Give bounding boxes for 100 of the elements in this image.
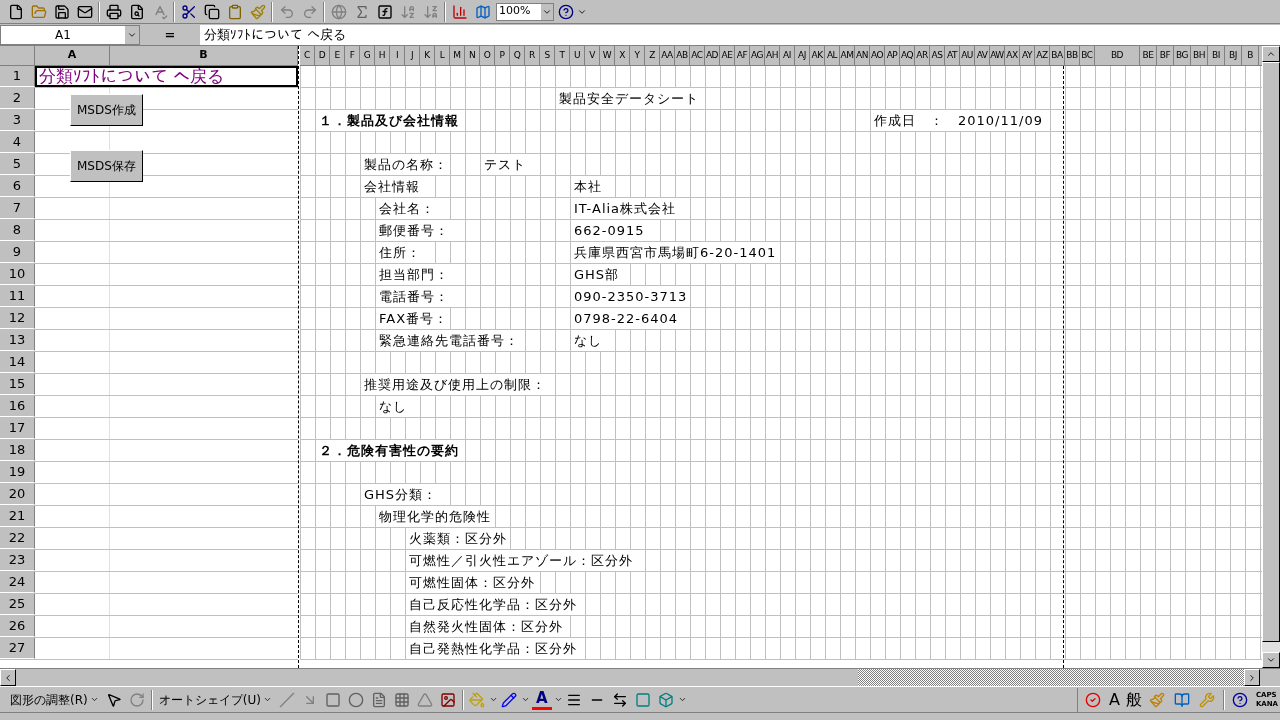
sheet-button[interactable]: MSDS保存: [70, 150, 143, 182]
column-header[interactable]: AX: [1005, 46, 1020, 65]
draw-menu[interactable]: 図形の調整(R): [6, 688, 103, 711]
column-header[interactable]: AJ: [795, 46, 810, 65]
column-header[interactable]: D: [315, 46, 330, 65]
column-header[interactable]: M: [450, 46, 465, 65]
row-header[interactable]: 6: [0, 176, 35, 197]
column-header[interactable]: B: [1242, 46, 1259, 65]
column-header[interactable]: AT: [945, 46, 960, 65]
column-header[interactable]: N: [465, 46, 480, 65]
column-header[interactable]: E: [330, 46, 345, 65]
row-header[interactable]: 8: [0, 220, 35, 241]
row-header[interactable]: 2: [0, 88, 35, 109]
column-header[interactable]: H: [375, 46, 390, 65]
row-header[interactable]: 14: [0, 352, 35, 373]
column-header[interactable]: AQ: [900, 46, 915, 65]
column-header[interactable]: T: [555, 46, 570, 65]
column-header[interactable]: AZ: [1035, 46, 1050, 65]
column-header[interactable]: R: [525, 46, 540, 65]
name-box[interactable]: A1: [0, 24, 140, 45]
column-header[interactable]: AV: [975, 46, 990, 65]
row-header[interactable]: 23: [0, 550, 35, 571]
row-header[interactable]: 10: [0, 264, 35, 285]
row-header[interactable]: 1: [0, 66, 35, 87]
font-color-button[interactable]: A: [531, 689, 552, 710]
column-header[interactable]: AE: [720, 46, 735, 65]
column-header[interactable]: I: [390, 46, 405, 65]
row-header[interactable]: 12: [0, 308, 35, 329]
column-header[interactable]: B: [110, 46, 298, 65]
column-header[interactable]: Y: [630, 46, 645, 65]
row-header[interactable]: 11: [0, 286, 35, 307]
column-header[interactable]: BG: [1174, 46, 1191, 65]
column-header[interactable]: BF: [1157, 46, 1174, 65]
column-header[interactable]: AP: [885, 46, 900, 65]
row-header[interactable]: 9: [0, 242, 35, 263]
column-header[interactable]: X: [615, 46, 630, 65]
column-header[interactable]: BC: [1080, 46, 1095, 65]
horizontal-scrollbar[interactable]: [0, 668, 1280, 686]
column-header[interactable]: P: [495, 46, 510, 65]
column-header[interactable]: U: [570, 46, 585, 65]
formula-input[interactable]: 分類ｿﾌﾄについて へ戻る: [200, 24, 1280, 45]
column-header[interactable]: S: [540, 46, 555, 65]
scroll-right-icon[interactable]: [1247, 672, 1257, 683]
column-header[interactable]: AH: [765, 46, 780, 65]
column-header[interactable]: BB: [1065, 46, 1080, 65]
column-header[interactable]: AL: [825, 46, 840, 65]
column-header[interactable]: AB: [675, 46, 690, 65]
row-header[interactable]: 19: [0, 462, 35, 483]
column-header[interactable]: BI: [1208, 46, 1225, 65]
column-header[interactable]: AM: [840, 46, 855, 65]
caret-icon[interactable]: [553, 695, 563, 704]
column-header[interactable]: V: [585, 46, 600, 65]
column-header[interactable]: AW: [990, 46, 1005, 65]
column-header[interactable]: AS: [930, 46, 945, 65]
column-header[interactable]: A: [35, 46, 110, 65]
row-header[interactable]: 13: [0, 330, 35, 351]
column-header[interactable]: L: [435, 46, 450, 65]
row-header[interactable]: 26: [0, 616, 35, 637]
row-header[interactable]: 27: [0, 638, 35, 659]
row-header[interactable]: 17: [0, 418, 35, 439]
column-header[interactable]: AR: [915, 46, 930, 65]
column-header[interactable]: AC: [690, 46, 705, 65]
column-header[interactable]: AI: [780, 46, 795, 65]
column-header[interactable]: W: [600, 46, 615, 65]
autoshape-menu[interactable]: オートシェイプ(U): [154, 688, 276, 711]
input-mode-indicator[interactable]: A: [1106, 687, 1122, 712]
column-header[interactable]: AG: [750, 46, 765, 65]
column-header[interactable]: AA: [660, 46, 675, 65]
column-header[interactable]: BJ: [1225, 46, 1242, 65]
vertical-scrollbar[interactable]: [1262, 46, 1280, 668]
scroll-up-icon[interactable]: [1266, 49, 1276, 59]
row-header[interactable]: 16: [0, 396, 35, 417]
column-header[interactable]: O: [480, 46, 495, 65]
row-header[interactable]: 15: [0, 374, 35, 395]
row-header[interactable]: 21: [0, 506, 35, 527]
row-header[interactable]: 3: [0, 110, 35, 131]
column-header[interactable]: AU: [960, 46, 975, 65]
column-header[interactable]: AY: [1020, 46, 1035, 65]
caret-icon[interactable]: [488, 695, 498, 704]
row-header[interactable]: 24: [0, 572, 35, 593]
column-header[interactable]: AN: [855, 46, 870, 65]
column-header[interactable]: BA: [1050, 46, 1065, 65]
caret-icon[interactable]: [520, 695, 530, 704]
column-header[interactable]: K: [420, 46, 435, 65]
conversion-mode-indicator[interactable]: 般: [1123, 687, 1144, 712]
link-cell[interactable]: 分類ｿﾌﾄについて へ戻る: [35, 66, 298, 87]
zoom-dropdown[interactable]: 100%: [496, 2, 554, 21]
column-header[interactable]: G: [360, 46, 375, 65]
column-header[interactable]: C: [300, 46, 315, 65]
row-header[interactable]: 5: [0, 154, 35, 175]
row-header[interactable]: 22: [0, 528, 35, 549]
column-header[interactable]: BD: [1095, 46, 1140, 65]
column-header[interactable]: Q: [510, 46, 525, 65]
row-header[interactable]: 20: [0, 484, 35, 505]
scroll-down-icon[interactable]: [1266, 655, 1276, 665]
column-header[interactable]: AK: [810, 46, 825, 65]
row-header[interactable]: 4: [0, 132, 35, 153]
column-header[interactable]: F: [345, 46, 360, 65]
column-header[interactable]: Z: [645, 46, 660, 65]
row-header[interactable]: 7: [0, 198, 35, 219]
